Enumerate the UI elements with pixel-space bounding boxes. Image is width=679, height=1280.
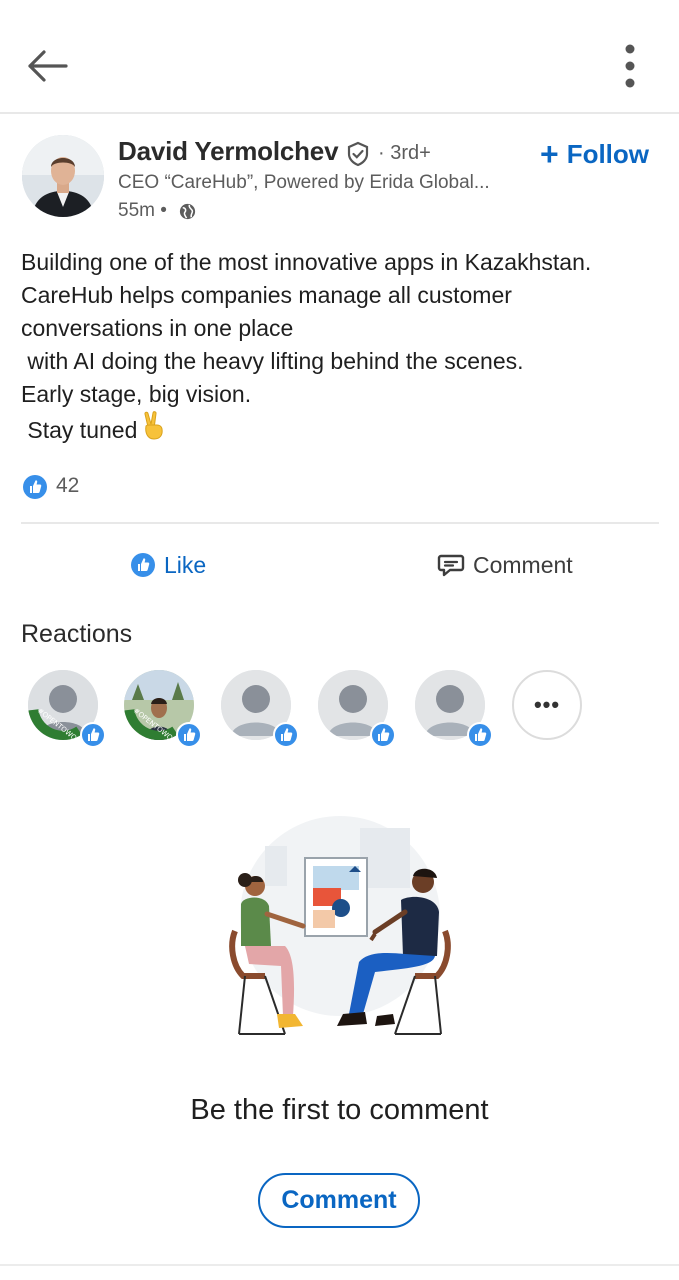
reactor-avatar[interactable]: #OPENTOWORK	[124, 670, 202, 748]
more-reactions-button[interactable]: •••	[512, 670, 582, 740]
post-timestamp: 55m •	[118, 200, 167, 221]
post-detail-screen: David Yermolchev · 3rd+ CEO “CareHub”, P…	[0, 0, 679, 1280]
vertical-dots-icon	[625, 44, 635, 88]
bottom-divider	[0, 1264, 679, 1266]
reaction-count[interactable]: 42	[56, 474, 79, 498]
post-line: with AI doing the heavy lifting behind t…	[21, 348, 524, 374]
verified-shield-icon	[347, 141, 369, 167]
follow-button[interactable]: + Follow	[540, 136, 664, 172]
post-line: Early stage, big vision.	[21, 381, 252, 407]
like-icon	[131, 553, 155, 577]
empty-state-title: Be the first to comment	[190, 1094, 489, 1126]
like-badge-icon	[176, 722, 202, 748]
plus-icon: +	[540, 136, 559, 172]
like-badge-icon	[467, 722, 493, 748]
globe-icon	[179, 203, 196, 220]
divider	[21, 522, 659, 524]
arrow-left-icon	[28, 50, 68, 82]
post-line: Stay tuned	[21, 417, 138, 443]
reactor-avatar[interactable]: #OPENTOWORK	[28, 670, 106, 748]
empty-comments-illustration	[229, 816, 451, 1035]
post-line: Building one of the most innovative apps…	[21, 249, 592, 275]
victory-hand-emoji-icon	[144, 411, 164, 440]
author-name[interactable]: David Yermolchev	[118, 136, 339, 167]
reactor-avatar[interactable]	[318, 670, 396, 748]
comment-action-button[interactable]: Comment	[437, 548, 587, 582]
back-button[interactable]	[22, 44, 72, 88]
reactor-avatar[interactable]	[221, 670, 299, 748]
like-badge-icon	[80, 722, 106, 748]
comment-bubble-icon	[437, 554, 465, 577]
top-app-bar	[0, 0, 679, 114]
like-reaction-icon	[23, 475, 47, 499]
like-badge-icon	[370, 722, 396, 748]
reactions-heading: Reactions	[21, 620, 133, 648]
connection-degree: · 3rd+	[378, 142, 431, 164]
reactor-avatar[interactable]	[415, 670, 493, 748]
comment-label: Comment	[473, 551, 573, 578]
author-avatar[interactable]	[22, 135, 104, 217]
like-badge-icon	[273, 722, 299, 748]
more-options-button[interactable]	[610, 40, 650, 92]
like-label: Like	[164, 551, 207, 578]
post-line-last: Stay tuned	[21, 411, 661, 447]
like-button[interactable]: Like	[130, 548, 220, 582]
post-text: Building one of the most innovative apps…	[21, 246, 661, 447]
post-line: conversations in one place	[21, 315, 294, 341]
comment-button[interactable]: Comment	[258, 1173, 420, 1228]
follow-label: Follow	[566, 138, 650, 169]
author-headline: CEO “CareHub”, Powered by Erida Global..…	[118, 172, 490, 193]
post-line: CareHub helps companies manage all custo…	[21, 282, 512, 308]
author-photo	[22, 135, 104, 217]
